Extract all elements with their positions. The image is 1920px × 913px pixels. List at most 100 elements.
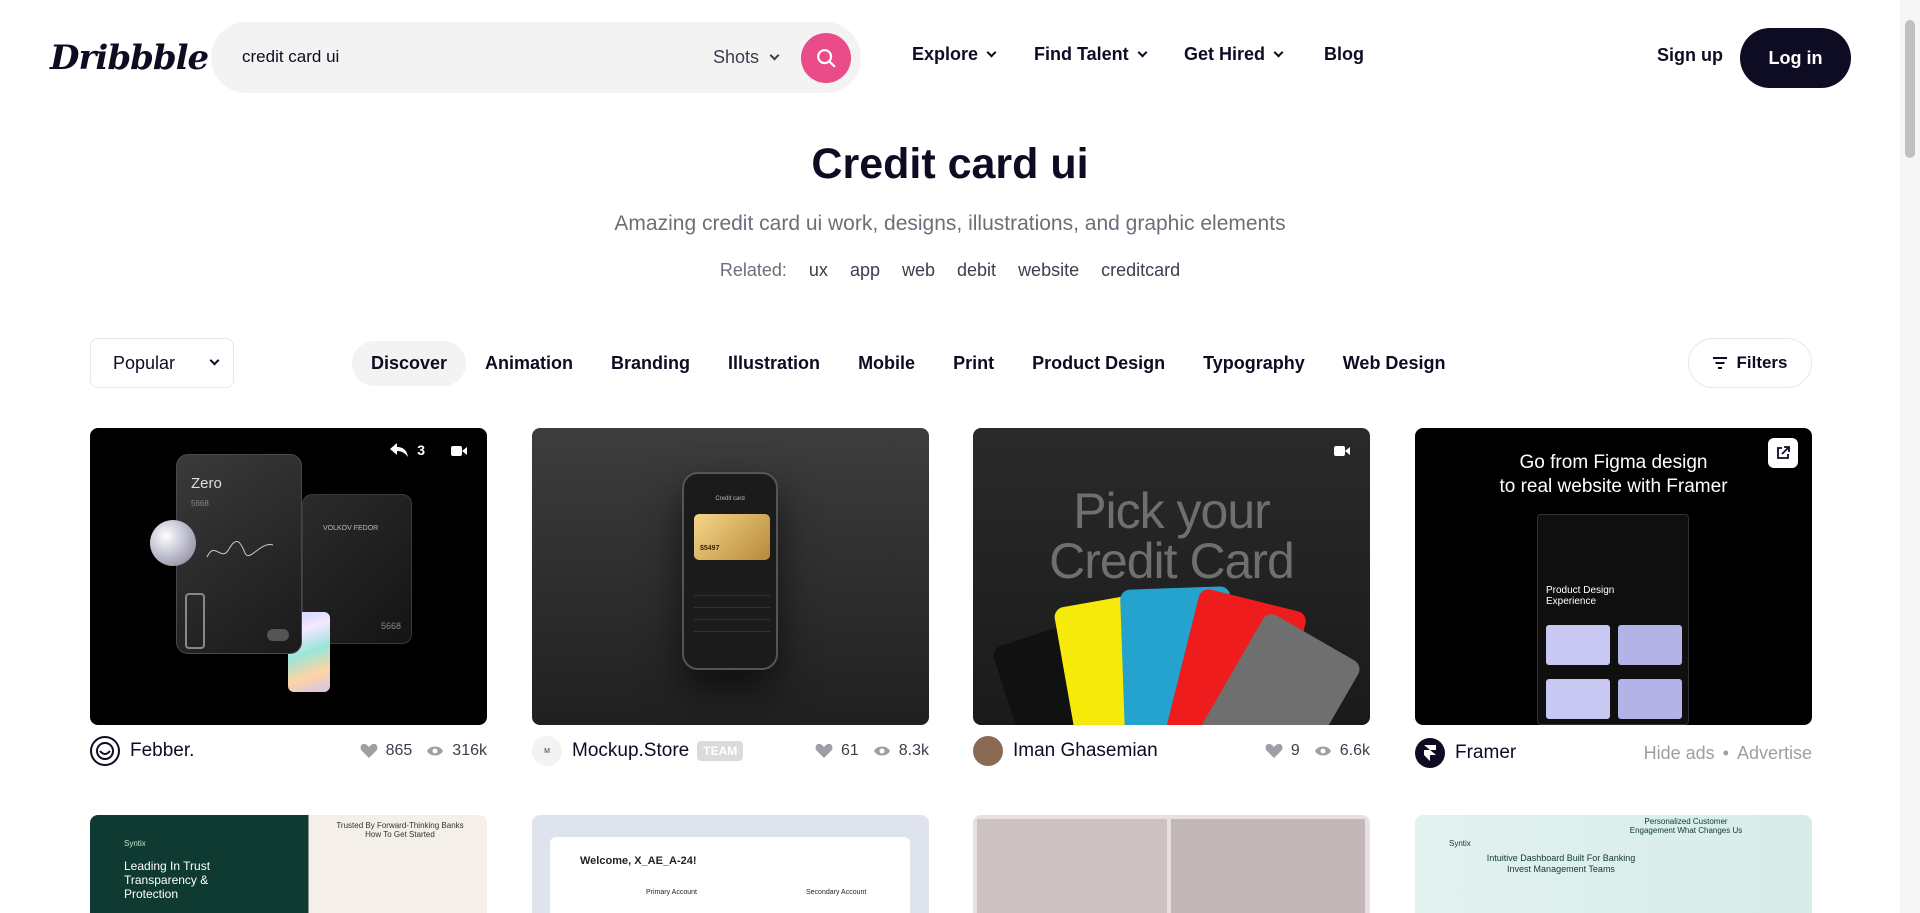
search-button[interactable] — [801, 33, 851, 83]
tab-animation[interactable]: Animation — [466, 341, 592, 386]
search-bar: credit card ui Shots — [211, 22, 861, 93]
shot-meta-framer: Framer Hide ads • Advertise — [1415, 738, 1812, 768]
tab-print[interactable]: Print — [934, 341, 1013, 386]
shot-heading: Intuitive Dashboard Built For Banking In… — [1486, 853, 1636, 874]
related-tag-debit[interactable]: debit — [957, 260, 996, 281]
nav-explore[interactable]: Explore — [912, 44, 997, 65]
nav-find-talent[interactable]: Find Talent — [1034, 44, 1148, 65]
card-holder-text: VOLKOV FEDOR — [323, 525, 379, 532]
heart-icon[interactable] — [815, 743, 833, 759]
card-front: Zero 5668 — [176, 454, 302, 654]
hide-ads-link[interactable]: Hide ads — [1644, 743, 1715, 764]
search-input[interactable]: credit card ui — [242, 47, 339, 67]
transaction-row — [694, 584, 770, 596]
card-number-text: 5668 — [380, 621, 401, 631]
holo-sphere — [150, 520, 196, 566]
shot-stats: 865 316k — [360, 742, 487, 760]
shot-card-febber[interactable]: VOLKOV FEDOR 5668 Zero 5668 3 — [90, 428, 487, 725]
preview-tile — [1546, 679, 1610, 719]
search-type-dropdown[interactable]: Shots — [713, 47, 780, 68]
related-tag-web[interactable]: web — [902, 260, 935, 281]
scrollbar-thumb[interactable] — [1905, 20, 1915, 158]
preview-tile — [1618, 625, 1682, 665]
preview-tile — [1546, 625, 1610, 665]
search-icon — [817, 49, 836, 68]
ad-inner-heading: Product Design Experience — [1546, 585, 1615, 607]
shot-card-iman-ghasemian[interactable]: Pick your Credit Card — [973, 428, 1370, 725]
shot-card-row2-1[interactable]: Syntix Leading In Trust Transparency & P… — [90, 815, 487, 913]
shot-card-row2-3[interactable] — [973, 815, 1370, 913]
dashboard-tab-1: Primary Account — [646, 889, 697, 896]
filters-button[interactable]: Filters — [1688, 338, 1812, 388]
photo-panel — [977, 819, 1167, 913]
scrollbar[interactable] — [1900, 0, 1920, 913]
dashboard-heading: Welcome, X_AE_A-24! — [580, 855, 697, 867]
phone-mockup: Credit card $5497 — [682, 472, 778, 670]
avatar[interactable] — [1415, 738, 1445, 768]
tab-typography[interactable]: Typography — [1184, 341, 1324, 386]
related-tags: Related: ux app web debit website credit… — [0, 260, 1900, 281]
chevron-down-icon — [1273, 47, 1284, 57]
shot-meta-iman-ghasemian: Iman Ghasemian 9 6.6k — [973, 736, 1370, 766]
related-tag-creditcard[interactable]: creditcard — [1101, 260, 1180, 281]
related-tag-ux[interactable]: ux — [809, 260, 828, 281]
author-name[interactable]: Febber. — [130, 740, 194, 762]
shot-card-row2-4[interactable]: Syntix Intuitive Dashboard Built For Ban… — [1415, 815, 1812, 913]
advertise-link[interactable]: Advertise — [1737, 743, 1812, 764]
transaction-row — [694, 632, 770, 644]
nav-get-hired-label: Get Hired — [1184, 44, 1266, 64]
smiley-logo-icon — [96, 742, 114, 760]
dribbble-logo[interactable]: Dribbble — [50, 38, 209, 78]
tab-mobile[interactable]: Mobile — [839, 341, 934, 386]
signature-graphic — [206, 540, 274, 558]
chevron-down-icon — [1137, 47, 1148, 57]
video-icon — [451, 446, 467, 456]
tab-product-design[interactable]: Product Design — [1013, 341, 1184, 386]
sort-dropdown[interactable]: Popular — [90, 338, 234, 388]
shot-card-mockup-store[interactable]: Credit card $5497 — [532, 428, 929, 725]
tab-branding[interactable]: Branding — [592, 341, 709, 386]
page-subtitle: Amazing credit card ui work, designs, il… — [614, 212, 1286, 235]
related-tag-website[interactable]: website — [1018, 260, 1079, 281]
gold-card: $5497 — [694, 514, 770, 560]
ad-headline-1: Go from Figma design — [1519, 452, 1708, 473]
video-icon — [1334, 446, 1350, 456]
author-name[interactable]: Mockup.Store — [572, 740, 689, 762]
nav-get-hired[interactable]: Get Hired — [1184, 44, 1284, 65]
author-name[interactable]: Iman Ghasemian — [1013, 740, 1158, 762]
author-name[interactable]: Framer — [1455, 742, 1516, 764]
sort-label: Popular — [113, 352, 176, 373]
log-in-button[interactable]: Log in — [1740, 28, 1851, 88]
tab-illustration[interactable]: Illustration — [709, 341, 839, 386]
shot-brand: Syntix — [1449, 839, 1471, 848]
reply-count-badge: 3 — [389, 442, 425, 458]
shot-card-row2-2[interactable]: Welcome, X_AE_A-24! Primary Account Seco… — [532, 815, 929, 913]
shot-stats: 9 6.6k — [1265, 742, 1370, 760]
shot-brand: Syntix — [124, 839, 146, 848]
header: Dribbble credit card ui Shots Explore Fi… — [0, 0, 1900, 116]
dashboard-panel: Welcome, X_AE_A-24! Primary Account Seco… — [550, 837, 910, 913]
avatar[interactable]: M — [532, 736, 562, 766]
avatar[interactable] — [90, 736, 120, 766]
filters-label: Filters — [1736, 353, 1788, 372]
like-count: 865 — [385, 742, 413, 759]
avatar[interactable] — [973, 736, 1003, 766]
view-count: 6.6k — [1339, 742, 1370, 759]
related-tag-app[interactable]: app — [850, 260, 880, 281]
transaction-list — [694, 584, 770, 644]
team-badge: TEAM — [697, 741, 744, 761]
external-link-button[interactable] — [1768, 438, 1798, 468]
nav-find-talent-label: Find Talent — [1034, 44, 1129, 64]
card-toggle — [267, 629, 289, 641]
heart-icon[interactable] — [360, 743, 378, 759]
nav-blog-label: Blog — [1324, 44, 1364, 64]
heart-icon[interactable] — [1265, 743, 1283, 759]
tab-discover[interactable]: Discover — [352, 340, 467, 386]
shot-meta-febber: Febber. 865 316k — [90, 736, 487, 766]
shot-card-framer-ad[interactable]: Go from Figma design to real website wit… — [1415, 428, 1812, 725]
sign-up-link[interactable]: Sign up — [1657, 45, 1723, 66]
chevron-down-icon — [209, 355, 220, 366]
nav-blog[interactable]: Blog — [1324, 44, 1364, 65]
tab-web-design[interactable]: Web Design — [1324, 341, 1465, 386]
page-title: Credit card ui — [811, 140, 1089, 188]
